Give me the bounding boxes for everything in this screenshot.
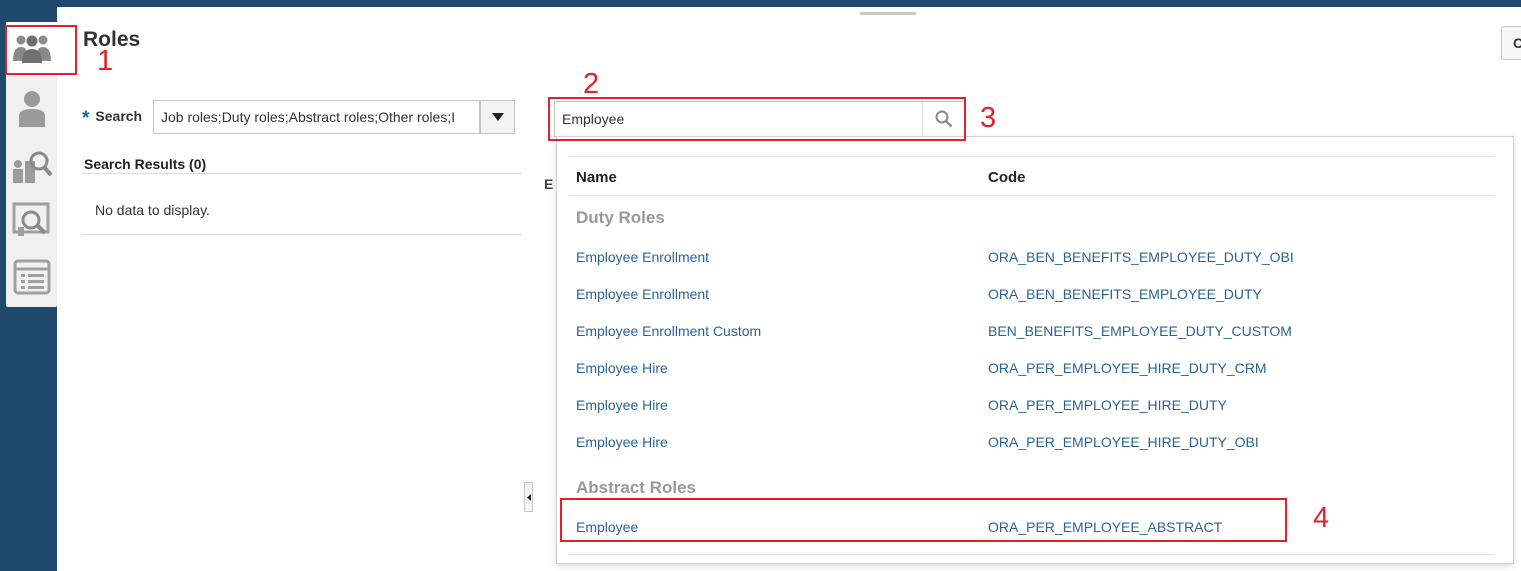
suggestion-row[interactable]: Employee Enrollment ORA_BEN_BENEFITS_EMP… [557,276,1515,313]
suggestion-name: Employee Enrollment [576,249,710,265]
search-label: * Search [82,108,142,130]
caret-left-icon [526,493,531,501]
annotation-box-4 [560,498,1287,542]
main-panel: Roles C * Search Job roles;Duty roles;Abs… [57,7,1521,571]
suggestion-name: Employee Hire [576,434,668,450]
annotation-number-3: 3 [980,102,997,134]
suggestion-code: ORA_BEN_BENEFITS_EMPLOYEE_DUTY_OBI [988,249,1294,265]
group-label-abstract-roles: Abstract Roles [576,478,696,497]
group-label-duty-roles: Duty Roles [576,208,665,227]
required-mark: * [82,108,90,129]
divider [569,554,1494,555]
certificate-search-icon [12,202,49,236]
divider [82,173,521,174]
suggestion-name: Employee Enrollment Custom [576,323,762,339]
role-types-select[interactable]: Job roles;Duty roles;Abstract roles;Othe… [153,100,480,134]
annotation-number-4: 4 [1313,502,1330,534]
annotation-number-1: 1 [97,45,114,77]
column-header-name: Name [576,169,617,186]
annotation-box-3 [548,97,966,141]
suggestion-row[interactable]: Employee Enrollment Custom BEN_BENEFITS_… [557,313,1515,350]
nav-security[interactable] [6,193,57,245]
nav-users[interactable] [6,83,57,135]
suggestion-row[interactable]: Employee Hire ORA_PER_EMPLOYEE_HIRE_DUTY… [557,350,1515,387]
suggestion-name: Employee Enrollment [576,286,710,302]
users-search-icon [12,151,53,183]
user-icon [18,91,45,127]
suggestion-code: BEN_BENEFITS_EMPLOYEE_DUTY_CUSTOM [988,323,1292,339]
divider [82,234,521,235]
column-header-code: Code [988,169,1026,186]
nav-user-search[interactable] [6,139,57,191]
role-types-dropdown-button[interactable] [480,100,515,134]
collapse-pane-button[interactable] [524,482,533,512]
suggestion-code: ORA_PER_EMPLOYEE_HIRE_DUTY [988,397,1227,413]
suggestion-code: ORA_PER_EMPLOYEE_HIRE_DUTY_CRM [988,360,1267,376]
divider [569,195,1494,196]
suggestion-row[interactable]: Employee Hire ORA_PER_EMPLOYEE_HIRE_DUTY [557,387,1515,424]
nav-list[interactable] [6,251,57,303]
partial-label: E [544,176,554,192]
suggestion-row[interactable]: Employee Hire ORA_PER_EMPLOYEE_HIRE_DUTY… [557,424,1515,461]
annotation-box-1 [5,25,77,75]
suggestion-name: Employee Hire [576,397,668,413]
search-results-title: Search Results (0) [84,156,207,172]
caret-down-icon [491,113,504,121]
empty-message: No data to display. [95,202,210,218]
search-label-text: Search [95,108,143,124]
suggestion-code: ORA_BEN_BENEFITS_EMPLOYEE_DUTY [988,286,1262,302]
divider [569,156,1494,157]
drag-handle[interactable] [860,12,916,15]
suggestion-row[interactable]: Employee Enrollment ORA_BEN_BENEFITS_EMP… [557,239,1515,276]
list-icon [13,259,50,295]
suggestion-name: Employee Hire [576,360,668,376]
suggestion-code: ORA_PER_EMPLOYEE_HIRE_DUTY_OBI [988,434,1259,450]
top-right-button[interactable]: C [1501,26,1521,60]
